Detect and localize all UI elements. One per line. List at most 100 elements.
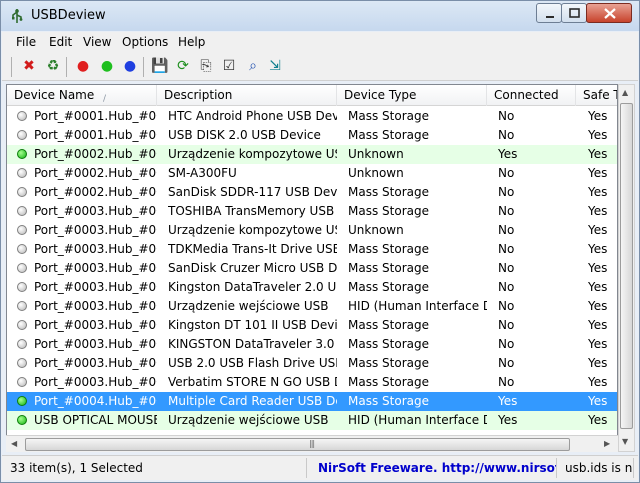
cell-connected: No (498, 223, 515, 237)
cell-device-type: Mass Storage (348, 356, 429, 370)
cell-safe-to-unplug: Yes (588, 318, 608, 332)
table-row[interactable]: Port_#0003.Hub_#0004 TDKMedia Trans-It Dr… (7, 240, 617, 259)
cell-device-type: Mass Storage (348, 109, 429, 123)
table-row[interactable]: Port_#0003.Hub_#0004 USB 2.0 USB Flash Dr… (7, 354, 617, 373)
find-button[interactable]: ⌕ (244, 57, 262, 75)
disconnected-status-icon (17, 282, 27, 292)
toolbar-separator (143, 57, 144, 77)
cell-device-name: Port_#0003.Hub_#0004 (34, 337, 157, 351)
cell-description: TOSHIBA TransMemory USB ... (168, 204, 337, 218)
column-header-connected[interactable]: Connected (487, 85, 576, 106)
vertical-scroll-thumb[interactable] (620, 103, 633, 429)
table-row[interactable]: Port_#0003.Hub_#0004 Urządzenie wejściowe… (7, 297, 617, 316)
exit-button[interactable]: ⇲ (266, 57, 284, 75)
cell-connected: No (498, 242, 515, 256)
blue-dot-button[interactable]: ● (121, 57, 139, 75)
table-row[interactable]: Port_#0001.Hub_#0004 HTC Android Phone US… (7, 107, 617, 126)
refresh-button[interactable]: ⟳ (174, 57, 192, 75)
cell-device-type: Unknown (348, 223, 404, 237)
cell-safe-to-unplug: Yes (588, 261, 608, 275)
menu-view[interactable]: View (83, 35, 111, 49)
cell-safe-to-unplug: Yes (588, 109, 608, 123)
status-bar: 33 item(s), 1 Selected NirSoft Freeware.… (2, 455, 638, 480)
table-row[interactable]: Port_#0002.Hub_#0003 Urządzenie kompozyto… (7, 145, 617, 164)
maximize-icon (569, 8, 580, 18)
close-button[interactable] (586, 3, 632, 23)
table-row[interactable]: Port_#0003.Hub_#0004 Kingston DataTravele… (7, 278, 617, 297)
menu-options[interactable]: Options (122, 35, 168, 49)
copy-icon: ⎘ (200, 58, 212, 74)
save-button[interactable]: 💾 (151, 57, 169, 75)
maximize-button[interactable] (561, 3, 587, 23)
disconnected-status-icon (17, 301, 27, 311)
horizontal-scrollbar[interactable]: ◀ ||| ▶ (6, 435, 618, 452)
table-row[interactable]: Port_#0002.Hub_#0004 SM-A300FU Unknown No Ye… (7, 164, 617, 183)
minimize-button[interactable] (536, 3, 562, 23)
table-row[interactable]: Port_#0003.Hub_#0004 Kingston DT 101 II U… (7, 316, 617, 335)
window-title: USBDeview (31, 8, 106, 23)
nirsoft-link[interactable]: NirSoft Freeware. http://www.nirsoft.net (309, 458, 557, 478)
disconnected-status-icon (17, 339, 27, 349)
table-row[interactable]: Port_#0003.Hub_#0004 KINGSTON DataTravele… (7, 335, 617, 354)
column-header-safe-to-unplug[interactable]: Safe T (576, 85, 617, 106)
green-dot-button[interactable]: ● (98, 57, 116, 75)
cell-device-type: Mass Storage (348, 394, 429, 408)
cell-device-type: Mass Storage (348, 242, 429, 256)
cell-device-name: Port_#0003.Hub_#0004 (34, 223, 157, 237)
vertical-scrollbar[interactable]: ▲ ▼ (618, 84, 635, 452)
table-row[interactable]: Port_#0003.Hub_#0004 SanDisk Cruzer Micro… (7, 259, 617, 278)
menu-help[interactable]: Help (178, 35, 205, 49)
device-list[interactable]: Device Name / Description Device Type Co… (6, 84, 618, 452)
menu-file[interactable]: File (16, 35, 36, 49)
cell-connected: No (498, 356, 515, 370)
cell-description: HTC Android Phone USB Devi... (168, 109, 337, 123)
table-row[interactable]: Port_#0003.Hub_#0003 TOSHIBA TransMemory … (7, 202, 617, 221)
cell-device-type: Mass Storage (348, 185, 429, 199)
cell-safe-to-unplug: Yes (588, 413, 608, 427)
properties-button[interactable]: ☑ (220, 57, 238, 75)
cell-safe-to-unplug: Yes (588, 337, 608, 351)
cell-description: USB 2.0 USB Flash Drive USB D... (168, 356, 337, 370)
cell-device-type: Mass Storage (348, 280, 429, 294)
column-header-description[interactable]: Description (157, 85, 337, 106)
cell-description: Urządzenie wejściowe USB (168, 413, 329, 427)
cell-safe-to-unplug: Yes (588, 128, 608, 142)
uninstall-button[interactable]: ♻ (44, 57, 62, 75)
cell-connected: No (498, 261, 515, 275)
uninstall-icon: ♻ (46, 58, 60, 74)
cell-device-name: USB OPTICAL MOUSE (34, 413, 157, 427)
column-header-device-name[interactable]: Device Name / (7, 85, 157, 106)
table-row[interactable]: Port_#0002.Hub_#0004 SanDisk SDDR-117 USB… (7, 183, 617, 202)
cell-safe-to-unplug: Yes (588, 185, 608, 199)
scroll-left-icon[interactable]: ◀ (11, 439, 17, 448)
close-icon (604, 8, 616, 19)
disconnected-status-icon (17, 187, 27, 197)
scroll-down-icon[interactable]: ▼ (622, 437, 628, 446)
sort-ascending-icon: / (103, 94, 107, 104)
status-usb-ids: usb.ids is n (559, 458, 634, 478)
disconnect-button[interactable]: ✖ (20, 57, 38, 75)
column-header-label: Device Name (14, 88, 95, 102)
cell-description: Verbatim STORE N GO USB De... (168, 375, 337, 389)
table-row[interactable]: Port_#0004.Hub_#0003 Multiple Card Reader… (7, 392, 617, 411)
table-row[interactable]: Port_#0003.Hub_#0004 Urządzenie kompozyto… (7, 221, 617, 240)
red-dot-button[interactable]: ● (74, 57, 92, 75)
copy-button[interactable]: ⎘ (197, 57, 215, 75)
title-bar[interactable]: USBDeview (1, 1, 639, 31)
table-row[interactable]: USB OPTICAL MOUSE Urządzenie wejściowe US… (7, 411, 617, 430)
column-header-device-type[interactable]: Device Type (337, 85, 487, 106)
cell-description: SM-A300FU (168, 166, 237, 180)
cell-connected: No (498, 185, 515, 199)
cell-device-name: Port_#0001.Hub_#0004 (34, 128, 157, 142)
table-row[interactable]: Port_#0001.Hub_#0004 USB DISK 2.0 USB Dev… (7, 126, 617, 145)
cell-safe-to-unplug: Yes (588, 280, 608, 294)
scroll-up-icon[interactable]: ▲ (622, 88, 628, 97)
horizontal-scroll-thumb[interactable]: ||| (25, 438, 570, 451)
menu-edit[interactable]: Edit (49, 35, 72, 49)
cell-device-name: Port_#0003.Hub_#0004 (34, 261, 157, 275)
scroll-right-icon[interactable]: ▶ (604, 439, 610, 448)
cell-connected: No (498, 318, 515, 332)
cell-safe-to-unplug: Yes (588, 166, 608, 180)
save-icon: 💾 (151, 58, 169, 74)
table-row[interactable]: Port_#0003.Hub_#0004 Verbatim STORE N GO … (7, 373, 617, 392)
